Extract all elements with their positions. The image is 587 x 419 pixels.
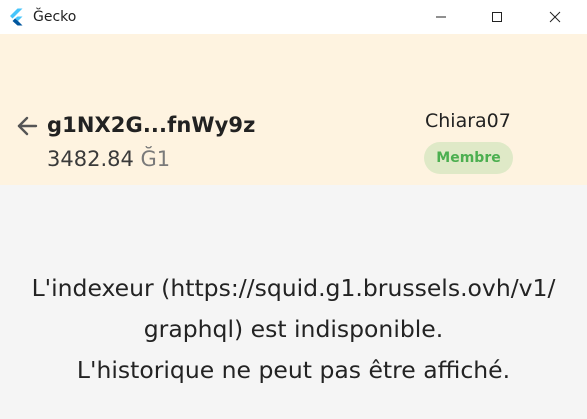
balance-amount: 3482.84 xyxy=(47,147,134,171)
minimize-icon xyxy=(435,8,447,27)
wallet-address: g1NX2G...fnWy9z xyxy=(47,113,256,137)
error-message-line: L'indexeur (https://squid.g1.brussels.ov… xyxy=(31,274,556,302)
arrow-left-icon[interactable] xyxy=(14,114,40,138)
wallet-header: g1NX2G...fnWy9z 3482.84 Ğ1 Chiara07 Memb… xyxy=(0,34,587,185)
window-titlebar: Ğecko xyxy=(0,0,587,34)
status-badge: Membre xyxy=(424,142,513,174)
maximize-button[interactable] xyxy=(474,0,520,34)
minimize-button[interactable] xyxy=(418,0,464,34)
wallet-balance: 3482.84 Ğ1 xyxy=(47,147,170,171)
error-message-line: L'historique ne peut pas être affiché. xyxy=(76,356,511,384)
close-button[interactable] xyxy=(532,0,578,34)
flutter-logo-icon xyxy=(7,8,25,26)
username: Chiara07 xyxy=(425,110,511,132)
error-message-line: graphql) est indisponible. xyxy=(143,315,444,343)
maximize-icon xyxy=(491,8,503,27)
balance-unit: Ğ1 xyxy=(140,147,171,171)
close-icon xyxy=(549,8,561,27)
app-title: Ğecko xyxy=(33,9,77,25)
error-message: L'indexeur (https://squid.g1.brussels.ov… xyxy=(0,268,587,391)
